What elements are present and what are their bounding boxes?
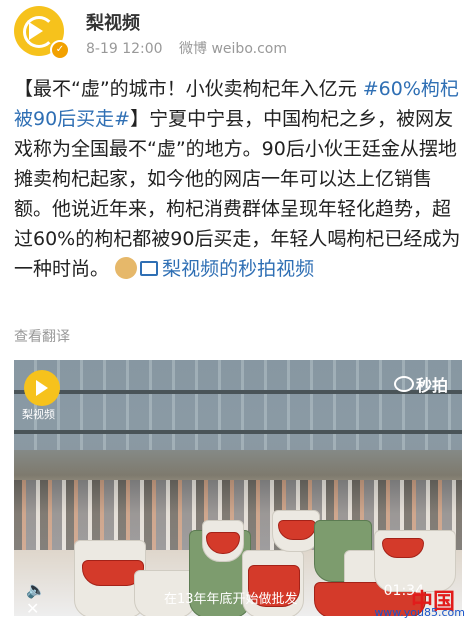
- site-watermark-url: www.you85.com: [374, 606, 465, 619]
- video-link-label: 梨视频的秒拍视频: [162, 258, 315, 280]
- username[interactable]: 梨视频: [86, 9, 140, 35]
- doge-emoji-icon: [115, 257, 138, 279]
- video-brand: 梨视频: [22, 408, 55, 421]
- video-caption: 在13年年底开始做批发: [164, 592, 298, 607]
- miaopai-icon: [393, 376, 414, 392]
- post-meta: 8-19 12:00 微博 weibo.com: [86, 38, 299, 58]
- video-link[interactable]: 梨视频的秒拍视频: [140, 258, 314, 280]
- pear-video-logo-icon: [24, 370, 60, 406]
- post-body: 】宁夏中宁县，中国枸杞之乡，被网友戏称为全国最不“虚”的地方。90后小伙王廷金从…: [14, 108, 461, 280]
- post-text: 【最不“虚”的城市！小伙卖枸杞年入亿元 #60%枸杞被90后买走#】宁夏中宁县，…: [14, 74, 462, 284]
- play-icon: [29, 22, 43, 40]
- post-date: 8-19 12:00: [86, 41, 163, 57]
- video-icon: [140, 261, 159, 276]
- roof-beam: [14, 430, 462, 434]
- miaopai-watermark: 秒拍: [393, 372, 448, 396]
- speaker-mute-icon[interactable]: 🔈✕: [26, 580, 48, 616]
- post-headline: 【最不“虚”的城市！小伙卖枸杞年入亿元: [14, 78, 357, 100]
- verified-badge-icon: ✓: [50, 40, 70, 60]
- miaopai-label: 秒拍: [415, 376, 448, 395]
- goji-sack: [382, 538, 424, 558]
- post-header: ✓ 梨视频 8-19 12:00 微博 weibo.com: [0, 0, 469, 62]
- post-source: 微博 weibo.com: [179, 41, 287, 57]
- video-player[interactable]: 梨视频 秒拍 🔈✕ 在13年年底开始做批发 01:34: [14, 360, 462, 616]
- translate-button[interactable]: 查看翻译: [14, 326, 70, 346]
